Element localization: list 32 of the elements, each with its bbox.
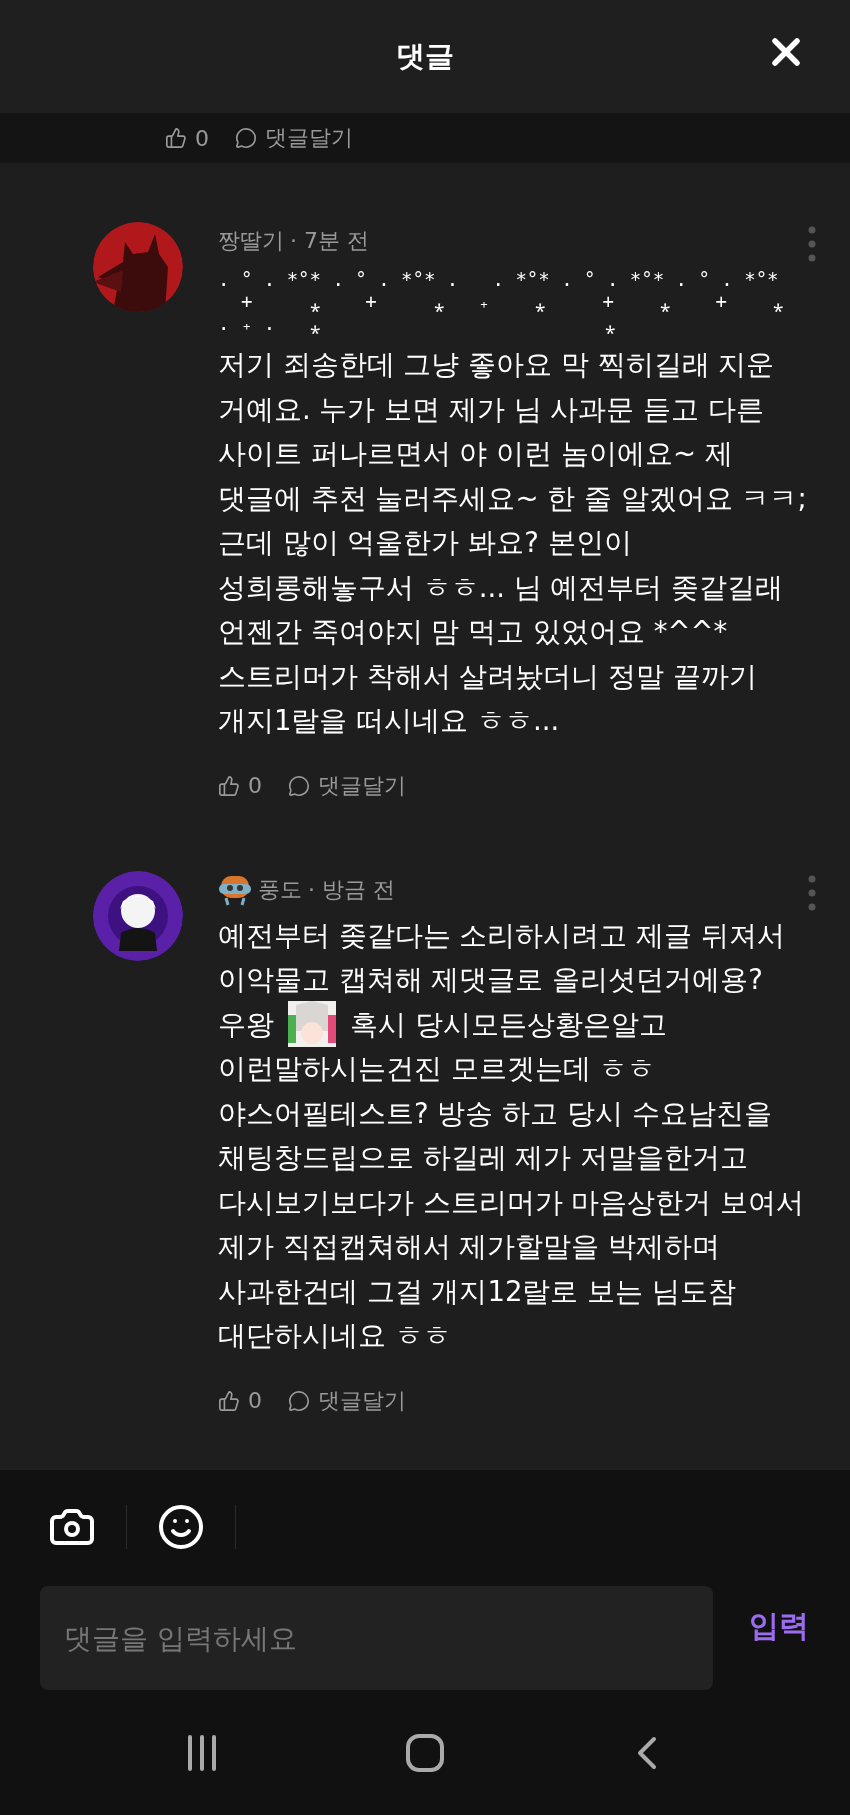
symbol-art-line: . ₊ . ⁎ ⁎	[218, 312, 617, 334]
speech-bubble-icon	[288, 1389, 310, 1412]
symbol-art-line: . ° . *°* . ° . *°* . . *°* . ° . *°* . ° . *°*	[218, 268, 780, 290]
thumbs-up-icon	[218, 774, 240, 797]
like-button[interactable]: 0	[218, 1388, 262, 1413]
thumbs-up-icon	[165, 127, 187, 149]
author-name: 짱딸기	[218, 227, 284, 255]
speech-bubble-icon	[235, 127, 257, 149]
comment-text: 예전부터 좆같다는 소리하시려고 제글 뒤져서 이악물고 캡쳐해 제댓글로 올리셧던거에용?	[218, 917, 785, 997]
page-title: 댓글	[396, 37, 454, 75]
comment-time: · 방금 전	[308, 875, 395, 904]
thumbs-up-icon	[218, 1389, 240, 1412]
like-count: 0	[248, 1388, 262, 1413]
reply-button[interactable]: 댓글달기	[288, 770, 406, 801]
author-name: 풍도	[258, 875, 302, 904]
comment-time: · 7분 전	[290, 227, 369, 255]
comment-input[interactable]: 댓글을 입력하세요	[40, 1586, 713, 1690]
comment-text: 이런말하시는건진 모르겟는데 ㅎㅎ 야스어필테스트? 방송 하고 당시 수요남친을 채팅창드립으로 하길레 제가 저말을한거고 다시보기보다가 스트리머가 마음상한거 보여서 제가 직접캡쳐해서 제가할말을 박제하며 사과한건데 그걸 개지12랄로 보는 님도참 대단하시네요 ㅎㅎ	[218, 1051, 805, 1353]
submit-button[interactable]: 입력	[749, 1606, 809, 1647]
speech-bubble-icon	[288, 774, 310, 797]
symbol-art-line: + ⁎ + ⁎ ₊ ⁎ + ⁎ + ⁎	[239, 290, 784, 312]
comment-text: 저기 죄송한데 그냥 좋아요 막 찍히길래 지운 거예요. 누가 보면 제가 님 사과문 듣고 다른 사이트 퍼나르면서 야 이런 놈이에요~ 제 댓글에 추천 눌러주세요~ 한 줄 알겠어요 ㅋㅋ; 근데 많이 억울한가 봐요? 본인이 성희롱해놓구서 ㅎㅎ... 님 예전부터 좆같길래 언젠간 죽여야지 맘 먹고 있었어요 *^^* 스트리머가 착해서 살려놨더니 정말 끝까기 개지1랄을 떠시네요 ㅎㅎ...	[218, 347, 807, 738]
like-button[interactable]: 0	[218, 773, 262, 798]
home-button[interactable]	[405, 1732, 445, 1773]
comment-text: 혹시 당시모든상황은알고	[350, 1006, 667, 1042]
reply-button[interactable]: 댓글달기	[288, 1385, 406, 1416]
like-button[interactable]: 0	[165, 125, 209, 151]
reply-button[interactable]: 댓글달기	[235, 123, 353, 153]
like-count: 0	[248, 773, 262, 798]
emoji-button[interactable]	[157, 1503, 205, 1551]
comment-text: 우왕	[218, 1006, 274, 1042]
like-count: 0	[195, 125, 209, 151]
